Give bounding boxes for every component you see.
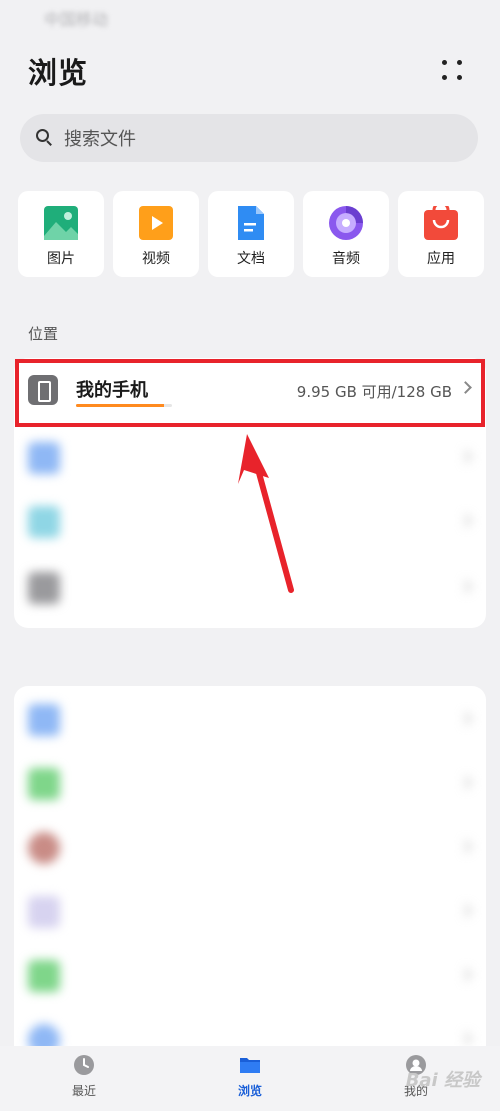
blurred-source-row[interactable]: [14, 688, 486, 752]
document-icon: [234, 206, 268, 240]
category-label: 视频: [142, 251, 170, 267]
search-input[interactable]: 搜索文件: [20, 114, 478, 162]
blurred-section-label: [28, 654, 47, 672]
category-documents[interactable]: 文档: [208, 191, 294, 277]
blurred-location-icon: [28, 506, 60, 538]
chevron-right-icon: [459, 450, 472, 463]
blurred-location-icon: [28, 572, 60, 604]
category-apps[interactable]: 应用: [398, 191, 484, 277]
chevron-right-icon: [459, 968, 472, 981]
blurred-source-icon: [28, 896, 60, 928]
category-grid: 图片 视频 文档 音频 应用: [18, 191, 484, 277]
category-label: 图片: [47, 251, 75, 267]
category-label: 音频: [332, 251, 360, 267]
more-dots-icon[interactable]: [440, 58, 464, 82]
file-manager-browse-screen: 中国移动 浏览 搜索文件 图片 视频 文档 音频 应用 位置 我的手机 9.95…: [0, 0, 500, 1111]
search-icon: [36, 129, 54, 147]
blurred-source-icon: [28, 768, 60, 800]
blurred-location-text: [76, 578, 81, 597]
chevron-right-icon: [459, 712, 472, 725]
blurred-source-row[interactable]: [14, 752, 486, 816]
blurred-location-row[interactable]: [14, 490, 486, 554]
image-icon: [44, 206, 78, 240]
status-bar: 中国移动: [44, 6, 456, 30]
audio-icon: [329, 206, 363, 240]
chevron-right-icon: [459, 514, 472, 527]
nav-label: 浏览: [237, 1084, 262, 1098]
nav-browse[interactable]: 浏览: [205, 1054, 295, 1099]
blurred-source-icon: [28, 960, 60, 992]
location-section-label: 位置: [28, 325, 59, 343]
chevron-right-icon: [459, 776, 472, 789]
app-icon: [424, 201, 458, 240]
search-placeholder: 搜索文件: [64, 129, 136, 150]
highlight-box: [15, 359, 485, 427]
chevron-right-icon: [459, 840, 472, 853]
blurred-location-text: [76, 448, 81, 467]
nav-label: 最近: [71, 1084, 96, 1098]
blurred-location-text: [76, 512, 81, 531]
chevron-right-icon: [459, 1032, 472, 1045]
category-label: 应用: [427, 251, 455, 267]
video-icon: [139, 206, 173, 240]
blurred-location-row[interactable]: [14, 426, 486, 490]
source-card: [14, 686, 486, 1066]
page-title: 浏览: [28, 56, 89, 90]
folder-icon: [239, 1054, 261, 1076]
blurred-source-icon: [28, 832, 60, 864]
blurred-source-icon: [28, 704, 60, 736]
chevron-right-icon: [459, 904, 472, 917]
blurred-source-row[interactable]: [14, 944, 486, 1008]
chevron-right-icon: [459, 580, 472, 593]
category-label: 文档: [237, 251, 265, 267]
blurred-location-icon: [28, 442, 60, 474]
category-videos[interactable]: 视频: [113, 191, 199, 277]
watermark-logo: Bai 经验: [405, 1070, 480, 1091]
category-audio[interactable]: 音频: [303, 191, 389, 277]
carrier-text: 中国移动: [44, 10, 109, 29]
category-images[interactable]: 图片: [18, 191, 104, 277]
clock-icon: [73, 1054, 95, 1076]
nav-recent[interactable]: 最近: [39, 1054, 129, 1099]
blurred-source-row[interactable]: [14, 816, 486, 880]
blurred-source-row[interactable]: [14, 880, 486, 944]
blurred-location-row[interactable]: [14, 556, 486, 620]
